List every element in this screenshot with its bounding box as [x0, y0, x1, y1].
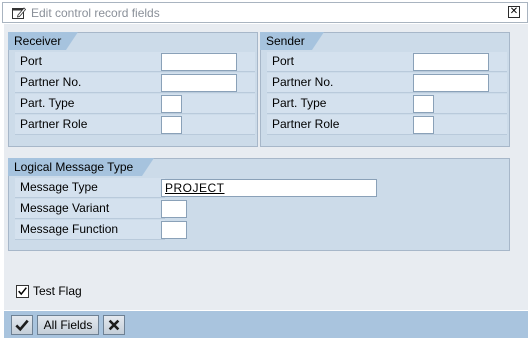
receiver-partner-no-row: Partner No. [15, 73, 255, 93]
sender-partner-role-row: Partner Role [267, 115, 507, 135]
sender-part-type-row: Part. Type [267, 94, 507, 114]
sender-part-type-field[interactable] [413, 95, 434, 113]
receiver-group: Receiver Port Partner No. Part. Type Par… [8, 32, 258, 147]
receiver-port-field[interactable] [161, 53, 237, 71]
cancel-button[interactable] [103, 315, 125, 335]
cancel-icon [108, 319, 120, 331]
message-variant-label: Message Variant [15, 199, 165, 219]
message-type-field[interactable]: PROJECT [161, 179, 377, 197]
message-variant-field[interactable] [161, 200, 187, 218]
message-function-row: Message Function [15, 220, 507, 240]
dialog-content: Receiver Port Partner No. Part. Type Par… [4, 24, 528, 310]
check-icon [15, 319, 29, 332]
test-flag-label: Test Flag [33, 284, 82, 298]
sender-partner-no-row: Partner No. [267, 73, 507, 93]
message-type-label: Message Type [15, 178, 165, 198]
sender-group: Sender Port Partner No. Part. Type Partn… [260, 32, 510, 147]
sender-partner-role-label: Partner Role [267, 115, 507, 135]
receiver-part-type-label: Part. Type [15, 94, 255, 114]
message-type-row: Message Type PROJECT [15, 178, 507, 198]
dialog-window: Edit control record fields ✕ Receiver Po… [0, 0, 530, 349]
receiver-part-type-row: Part. Type [15, 94, 255, 114]
message-type-value: PROJECT [165, 181, 225, 195]
receiver-part-type-field[interactable] [161, 95, 182, 113]
receiver-group-title: Receiver [8, 32, 78, 50]
receiver-partner-role-field[interactable] [161, 116, 182, 134]
logical-message-type-title: Logical Message Type [8, 158, 154, 176]
sender-partner-no-field[interactable] [413, 74, 489, 92]
all-fields-button[interactable]: All Fields [37, 315, 99, 335]
dialog-footer: All Fields [4, 311, 528, 338]
sender-part-type-label: Part. Type [267, 94, 507, 114]
confirm-button[interactable] [11, 315, 33, 335]
title-bar: Edit control record fields ✕ [2, 2, 528, 23]
close-button[interactable]: ✕ [508, 6, 520, 18]
message-function-label: Message Function [15, 220, 165, 240]
window-title: Edit control record fields [31, 6, 160, 20]
sender-port-row: Port [267, 52, 507, 72]
message-variant-row: Message Variant [15, 199, 507, 219]
sender-partner-role-field[interactable] [413, 116, 434, 134]
test-flag-checkbox[interactable] [16, 285, 29, 298]
checkmark-icon [18, 287, 27, 296]
edit-window-icon [12, 7, 26, 19]
message-function-field[interactable] [161, 221, 187, 239]
receiver-port-row: Port [15, 52, 255, 72]
logical-message-type-group: Logical Message Type Message Type PROJEC… [8, 158, 510, 251]
receiver-partner-role-row: Partner Role [15, 115, 255, 135]
receiver-partner-role-label: Partner Role [15, 115, 255, 135]
receiver-partner-no-field[interactable] [161, 74, 237, 92]
sender-port-field[interactable] [413, 53, 489, 71]
sender-group-title: Sender [260, 32, 324, 50]
